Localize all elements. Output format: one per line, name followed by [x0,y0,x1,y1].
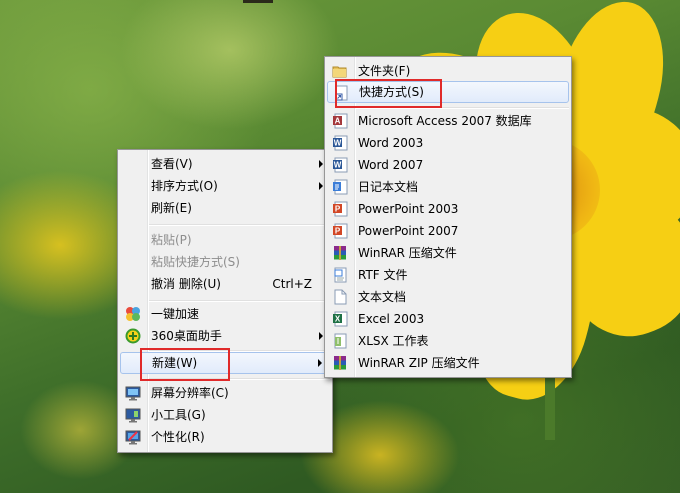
menu-item-sort-by[interactable]: 排序方式(O) [120,175,330,197]
menu-item-label: 排序方式(O) [151,179,218,193]
new-item-access-2007[interactable]: A Microsoft Access 2007 数据库 [327,110,569,132]
menu-item-label: 粘贴(P) [151,233,192,247]
menu-item-label: 日记本文档 [358,180,419,194]
menu-item-speedup[interactable]: 一键加速 [120,303,330,325]
menu-item-personalize[interactable]: 个性化(R) [120,426,330,448]
winrar-icon [332,245,348,261]
menu-item-label: Word 2003 [358,136,424,150]
access-icon: A [332,113,348,129]
menu-item-gadgets[interactable]: 小工具(G) [120,404,330,426]
powerpoint-icon: P [332,201,348,217]
menu-item-label: 屏幕分辨率(C) [151,386,229,400]
menu-separator [149,300,330,302]
submenu-arrow-icon [319,182,323,190]
menu-item-undo-delete[interactable]: 撤消 删除(U) Ctrl+Z [120,273,330,295]
new-item-winrar[interactable]: WinRAR 压缩文件 [327,242,569,264]
new-item-xlsx[interactable]: XLSX 工作表 [327,330,569,352]
svg-text:W: W [334,161,342,170]
new-item-excel-2003[interactable]: X Excel 2003 [327,308,569,330]
excel-icon: X [332,311,348,327]
new-item-powerpoint-2003[interactable]: P PowerPoint 2003 [327,198,569,220]
speedup-icon [125,306,141,322]
svg-text:W: W [334,139,342,148]
wallpaper-blur [120,0,340,130]
submenu-arrow-icon [319,332,323,340]
menu-item-label: RTF 文件 [358,268,408,282]
menu-item-view[interactable]: 查看(V) [120,153,330,175]
menu-item-label: PowerPoint 2007 [358,224,459,238]
powerpoint-icon: P [332,223,348,239]
annotation-box-shortcut [335,79,442,108]
xlsx-icon [332,333,348,349]
new-item-word-2003[interactable]: W Word 2003 [327,132,569,154]
journal-icon [332,179,348,195]
menu-item-360-desktop[interactable]: 360桌面助手 [120,325,330,347]
gadgets-icon [125,407,141,423]
menu-item-label: 刷新(E) [151,201,192,215]
menu-item-refresh[interactable]: 刷新(E) [120,197,330,219]
menu-item-label: 一键加速 [151,307,200,321]
svg-text:P: P [335,227,341,236]
menu-item-label: 文本文档 [358,290,407,304]
screen-resolution-icon [125,385,141,401]
menu-item-shortcut: Ctrl+Z [272,277,312,291]
new-item-powerpoint-2007[interactable]: P PowerPoint 2007 [327,220,569,242]
menu-item-label: 个性化(R) [151,430,205,444]
menu-item-label: 查看(V) [151,157,193,171]
360-desktop-icon [125,328,141,344]
menu-item-screen-resolution[interactable]: 屏幕分辨率(C) [120,382,330,404]
folder-icon [332,63,348,79]
submenu-arrow-icon [318,359,322,367]
new-item-winrar-zip[interactable]: WinRAR ZIP 压缩文件 [327,352,569,374]
menu-item-label: 360桌面助手 [151,329,222,343]
word-icon: W [332,157,348,173]
menu-item-label: XLSX 工作表 [358,334,429,348]
desktop-context-menu: 查看(V) 排序方式(O) 刷新(E) 粘贴(P) 粘贴快捷方式(S) 撤消 删… [117,149,333,453]
menu-item-label: Microsoft Access 2007 数据库 [358,114,532,128]
text-document-icon [332,289,348,305]
svg-text:A: A [335,117,341,126]
menu-item-label: Word 2007 [358,158,424,172]
new-item-journal[interactable]: 日记本文档 [327,176,569,198]
svg-text:X: X [335,315,341,324]
menu-item-label: WinRAR ZIP 压缩文件 [358,356,480,370]
menu-item-label: Excel 2003 [358,312,425,326]
menu-item-label: 小工具(G) [151,408,206,422]
new-item-text-document[interactable]: 文本文档 [327,286,569,308]
winrar-zip-icon [332,355,348,371]
menu-item-paste-shortcut[interactable]: 粘贴快捷方式(S) [120,251,330,273]
menu-separator [149,224,330,226]
word-icon: W [332,135,348,151]
menu-item-label: WinRAR 压缩文件 [358,246,457,260]
personalize-icon [125,429,141,445]
menu-item-paste[interactable]: 粘贴(P) [120,229,330,251]
menu-item-label: PowerPoint 2003 [358,202,459,216]
annotation-box-new [140,348,230,381]
svg-text:P: P [335,205,341,214]
submenu-arrow-icon [319,160,323,168]
wallpaper-detail [243,0,273,3]
new-item-word-2007[interactable]: W Word 2007 [327,154,569,176]
menu-item-label: 粘贴快捷方式(S) [151,255,240,269]
rtf-icon [332,267,348,283]
new-item-rtf[interactable]: RTF 文件 [327,264,569,286]
menu-item-label: 撤消 删除(U) [151,277,221,291]
